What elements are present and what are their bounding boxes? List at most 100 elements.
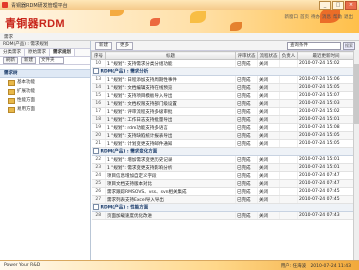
cell-owner [279,107,298,116]
table-row[interactable]: 20 1 "规划": 支持缺陷统计报表导出 已完成 关闭 2010-07-24 15:0… [91,131,355,140]
cell-status: 关闭 [257,195,280,204]
col-owner[interactable]: 负责人 [279,51,298,60]
cell-owner [279,211,298,220]
folder-select[interactable]: 文件夹 [39,57,64,64]
cell-time: 2010-07-24 15:01 [297,163,355,172]
group-cell: RDM(产品) : 需求变化方面 [91,147,355,156]
table-row[interactable]: 13 1 "规划": 日程添加支持周期性事件 已完成 关闭 2010-07-24 15:… [91,75,355,84]
tab-original[interactable]: 原始需求 [25,49,50,56]
cell-review: 已完成 [235,163,258,172]
col-title[interactable]: 标题 [105,51,236,60]
new-requirement-button[interactable]: 新建 [95,41,112,50]
cell-owner [279,187,298,196]
cell-owner [279,75,298,84]
left-panel-tabs: 分类需求 原始需求 需求规划 [0,49,90,57]
cell-status: 关闭 [257,99,280,108]
cell-owner [279,123,298,132]
group-row[interactable]: RDM(产品) : 需求分析 [91,67,355,76]
collapse-icon[interactable] [92,68,99,75]
cell-title: 1 "规划": 需求变更支持影响分析 [105,163,236,172]
tree-item[interactable]: 基本功能 [0,78,90,87]
decorative-leaf [150,18,160,26]
group-row[interactable]: RDM(产品) : 性能方面 [91,203,355,212]
left-panel: RDM(产品) : 需求规划 分类需求 原始需求 需求规划 刷新 新建 文件夹 … [0,41,91,260]
cell-title: 1 "规划": 支持缺陷统计报表导出 [105,131,236,140]
table-row[interactable]: 19 1 "规划": rdm功能支持多语言 已完成 关闭 2010-07-24 15:0… [91,123,355,132]
col-review[interactable]: 评审状态 [235,51,258,60]
nav-messages[interactable]: 消息 [322,14,331,20]
menu-bar: 需求 [0,33,359,41]
table-row[interactable]: 15 1 "规划": 支持项目模板导入导出 已完成 关闭 2010-07-24 15:0… [91,91,355,100]
cell-owner [279,131,298,140]
tab-planning[interactable]: 需求规划 [50,49,75,56]
nav-todo[interactable]: 待办 [311,14,320,20]
table-row[interactable]: 10 1 "规划": 支持需求分类分组功能 已完成 关闭 2010-07-24 15:0… [91,59,355,68]
table-row[interactable]: 22 1 "规划": 增加需求变更历史记录 已完成 关闭 2010-07-24 15:0… [91,155,355,164]
cell-title: 1 "规划": 增加需求变更历史记录 [105,155,236,164]
table-row[interactable]: 16 1 "规划": 文档权限支持部门级设置 已完成 关闭 2010-07-24 15:… [91,99,355,108]
col-status[interactable]: 流程状态 [257,51,280,60]
group-row[interactable]: RDM(产品) : 需求变化方面 [91,147,355,156]
new-folder-button[interactable]: 新建 [21,57,36,64]
table-row[interactable]: 24 项目信息增加自定义字段 已完成 关闭 2010-07-24 07:47 [91,171,355,180]
tree-root[interactable]: 需求树 [0,69,90,78]
tree-item[interactable]: 易用方面 [0,105,90,114]
table-row[interactable]: 17 1 "规划": 评审流程支持多级审批 已完成 关闭 2010-07-24 15:0… [91,107,355,116]
tree-item[interactable]: 扩展功能 [0,87,90,96]
tree-item[interactable]: 性能方面 [0,96,90,105]
vertical-scrollbar[interactable] [353,50,359,260]
cell-time: 2010-07-24 15:06 [297,75,355,84]
cell-no: 17 [91,107,106,116]
folder-icon [8,88,15,95]
table-row[interactable]: 21 1 "规划": 计划变更支持邮件通知 已完成 关闭 2010-07-24 15:0… [91,139,355,148]
cell-owner [279,83,298,92]
left-toolbar: 刷新 新建 文件夹 [0,57,90,65]
table-body: 10 1 "规划": 支持需求分类分组功能 已完成 关闭 2010-07-24 15:0… [91,59,355,220]
minimize-button[interactable]: _ [319,1,331,10]
cell-status: 关闭 [257,123,280,132]
scrollbar-thumb[interactable] [354,64,359,124]
nav-logout[interactable]: 退出 [344,14,353,20]
tree-item-label: 扩展功能 [17,89,35,94]
search-input[interactable]: 查询条件 [287,42,341,50]
collapse-icon[interactable] [92,148,99,155]
table-row[interactable]: 25 项目文档支持版本对比 已完成 关闭 2010-07-24 07:47 [91,179,355,188]
cell-title: 1 "规划": 计划变更支持邮件通知 [105,139,236,148]
table-row[interactable]: 14 1 "规划": 文档编辑支持在线预览 已完成 关闭 2010-07-24 15:0… [91,83,355,92]
menu-requirements[interactable]: 需求 [4,34,13,40]
collapse-icon[interactable] [92,204,99,211]
table-row[interactable]: 27 需求列表支持Excel导入导出 已完成 关闭 2010-07-24 07:45 [91,195,355,204]
nav-new-window[interactable]: 新窗口 [285,14,299,20]
tab-classified[interactable]: 分类需求 [0,49,25,56]
table-row[interactable]: 18 1 "规划": 工作日志支持批量导出 已完成 关闭 2010-07-24 15:0… [91,115,355,124]
cell-no: 25 [91,179,106,188]
cell-owner [279,179,298,188]
nav-home[interactable]: 首页 [300,14,309,20]
cell-time: 2010-07-24 15:01 [297,115,355,124]
cell-title: 1 "规划": 文档权限支持部门级设置 [105,99,236,108]
cell-review: 已完成 [235,179,258,188]
table-header: 序号 标题 评审状态 流程状态 负责人 最近更新时间 [91,51,355,60]
search-button[interactable]: 搜索 [343,42,355,50]
cell-no: 14 [91,83,106,92]
table-row[interactable]: 23 1 "规划": 需求变更支持影响分析 已完成 关闭 2010-07-24 15:0… [91,163,355,172]
cell-title: 1 "规划": 工作日志支持批量导出 [105,115,236,124]
refresh-button[interactable]: 刷新 [3,57,18,64]
status-info: 用户: 任海波 2010-07-24 11:43 [281,263,351,269]
maximize-button[interactable]: □ [332,1,344,10]
cell-status: 关闭 [257,155,280,164]
group-title: RDM(产品) : 需求变化方面 [100,149,158,155]
cell-no: 26 [91,187,106,196]
cell-status: 关闭 [257,163,280,172]
group-title: RDM(产品) : 需求分析 [100,69,149,75]
table-row[interactable]: 28 页面加载速度优化改进 已完成 关闭 2010-07-24 07:43 [91,211,355,220]
more-button[interactable]: 更多 [116,41,133,50]
cell-title: 需求列表支持Excel导入导出 [105,195,236,204]
table-row[interactable]: 26 需求跟踪RMSOVS、vss、svn相关集成 已完成 关闭 2010-07-24 … [91,187,355,196]
col-no[interactable]: 序号 [91,51,106,60]
cell-time: 2010-07-24 07:45 [297,195,355,204]
col-updated[interactable]: 最近更新时间 [297,51,355,60]
nav-help[interactable]: 帮助 [333,14,342,20]
cell-owner [279,163,298,172]
close-button[interactable]: × [345,1,357,10]
